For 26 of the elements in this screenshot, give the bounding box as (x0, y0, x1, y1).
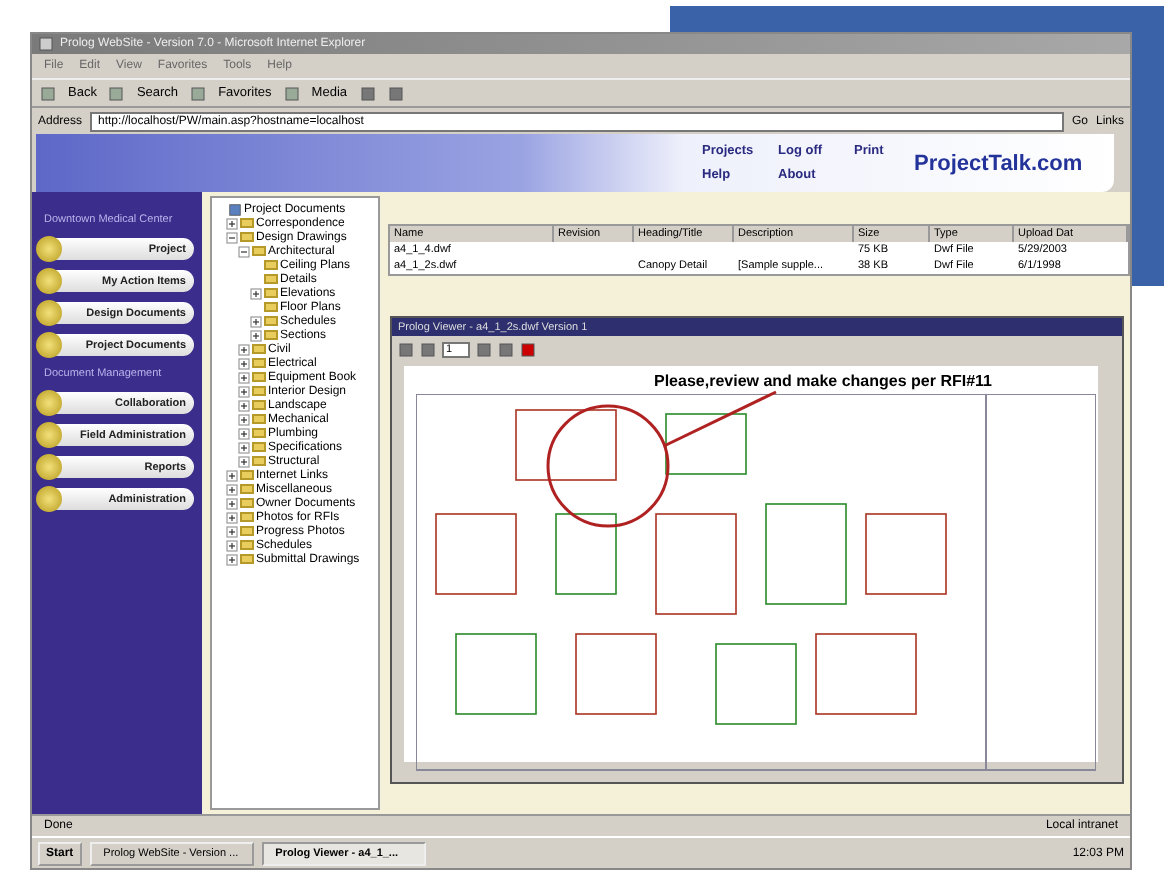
expand-icon[interactable] (238, 441, 250, 453)
expand-icon[interactable] (250, 287, 262, 299)
expand-icon[interactable] (226, 497, 238, 509)
expand-icon[interactable] (250, 329, 262, 341)
markup-note: Please,review and make changes per RFI#11 (654, 372, 992, 390)
collapse-icon[interactable] (238, 245, 250, 257)
expand-icon[interactable] (238, 427, 250, 439)
expand-icon[interactable] (238, 357, 250, 369)
expand-icon[interactable] (226, 553, 238, 565)
expand-icon[interactable] (226, 217, 238, 229)
expand-icon[interactable] (238, 343, 250, 355)
collapse-icon[interactable] (226, 231, 238, 243)
expand-icon[interactable] (238, 399, 250, 411)
expand-icon[interactable] (226, 469, 238, 481)
expand-icon[interactable] (226, 511, 238, 523)
expand-icon[interactable] (226, 539, 238, 551)
expand-icon[interactable] (238, 371, 250, 383)
expand-icon[interactable] (238, 455, 250, 467)
expand-icon[interactable] (238, 385, 250, 397)
expand-icon[interactable] (226, 483, 238, 495)
expand-icon[interactable] (250, 315, 262, 327)
expand-icon[interactable] (238, 413, 250, 425)
markup-circle (544, 402, 672, 530)
expand-icon[interactable] (226, 525, 238, 537)
color-icon[interactable] (520, 341, 536, 357)
logo[interactable]: ProjectTalk.com (914, 151, 1114, 175)
